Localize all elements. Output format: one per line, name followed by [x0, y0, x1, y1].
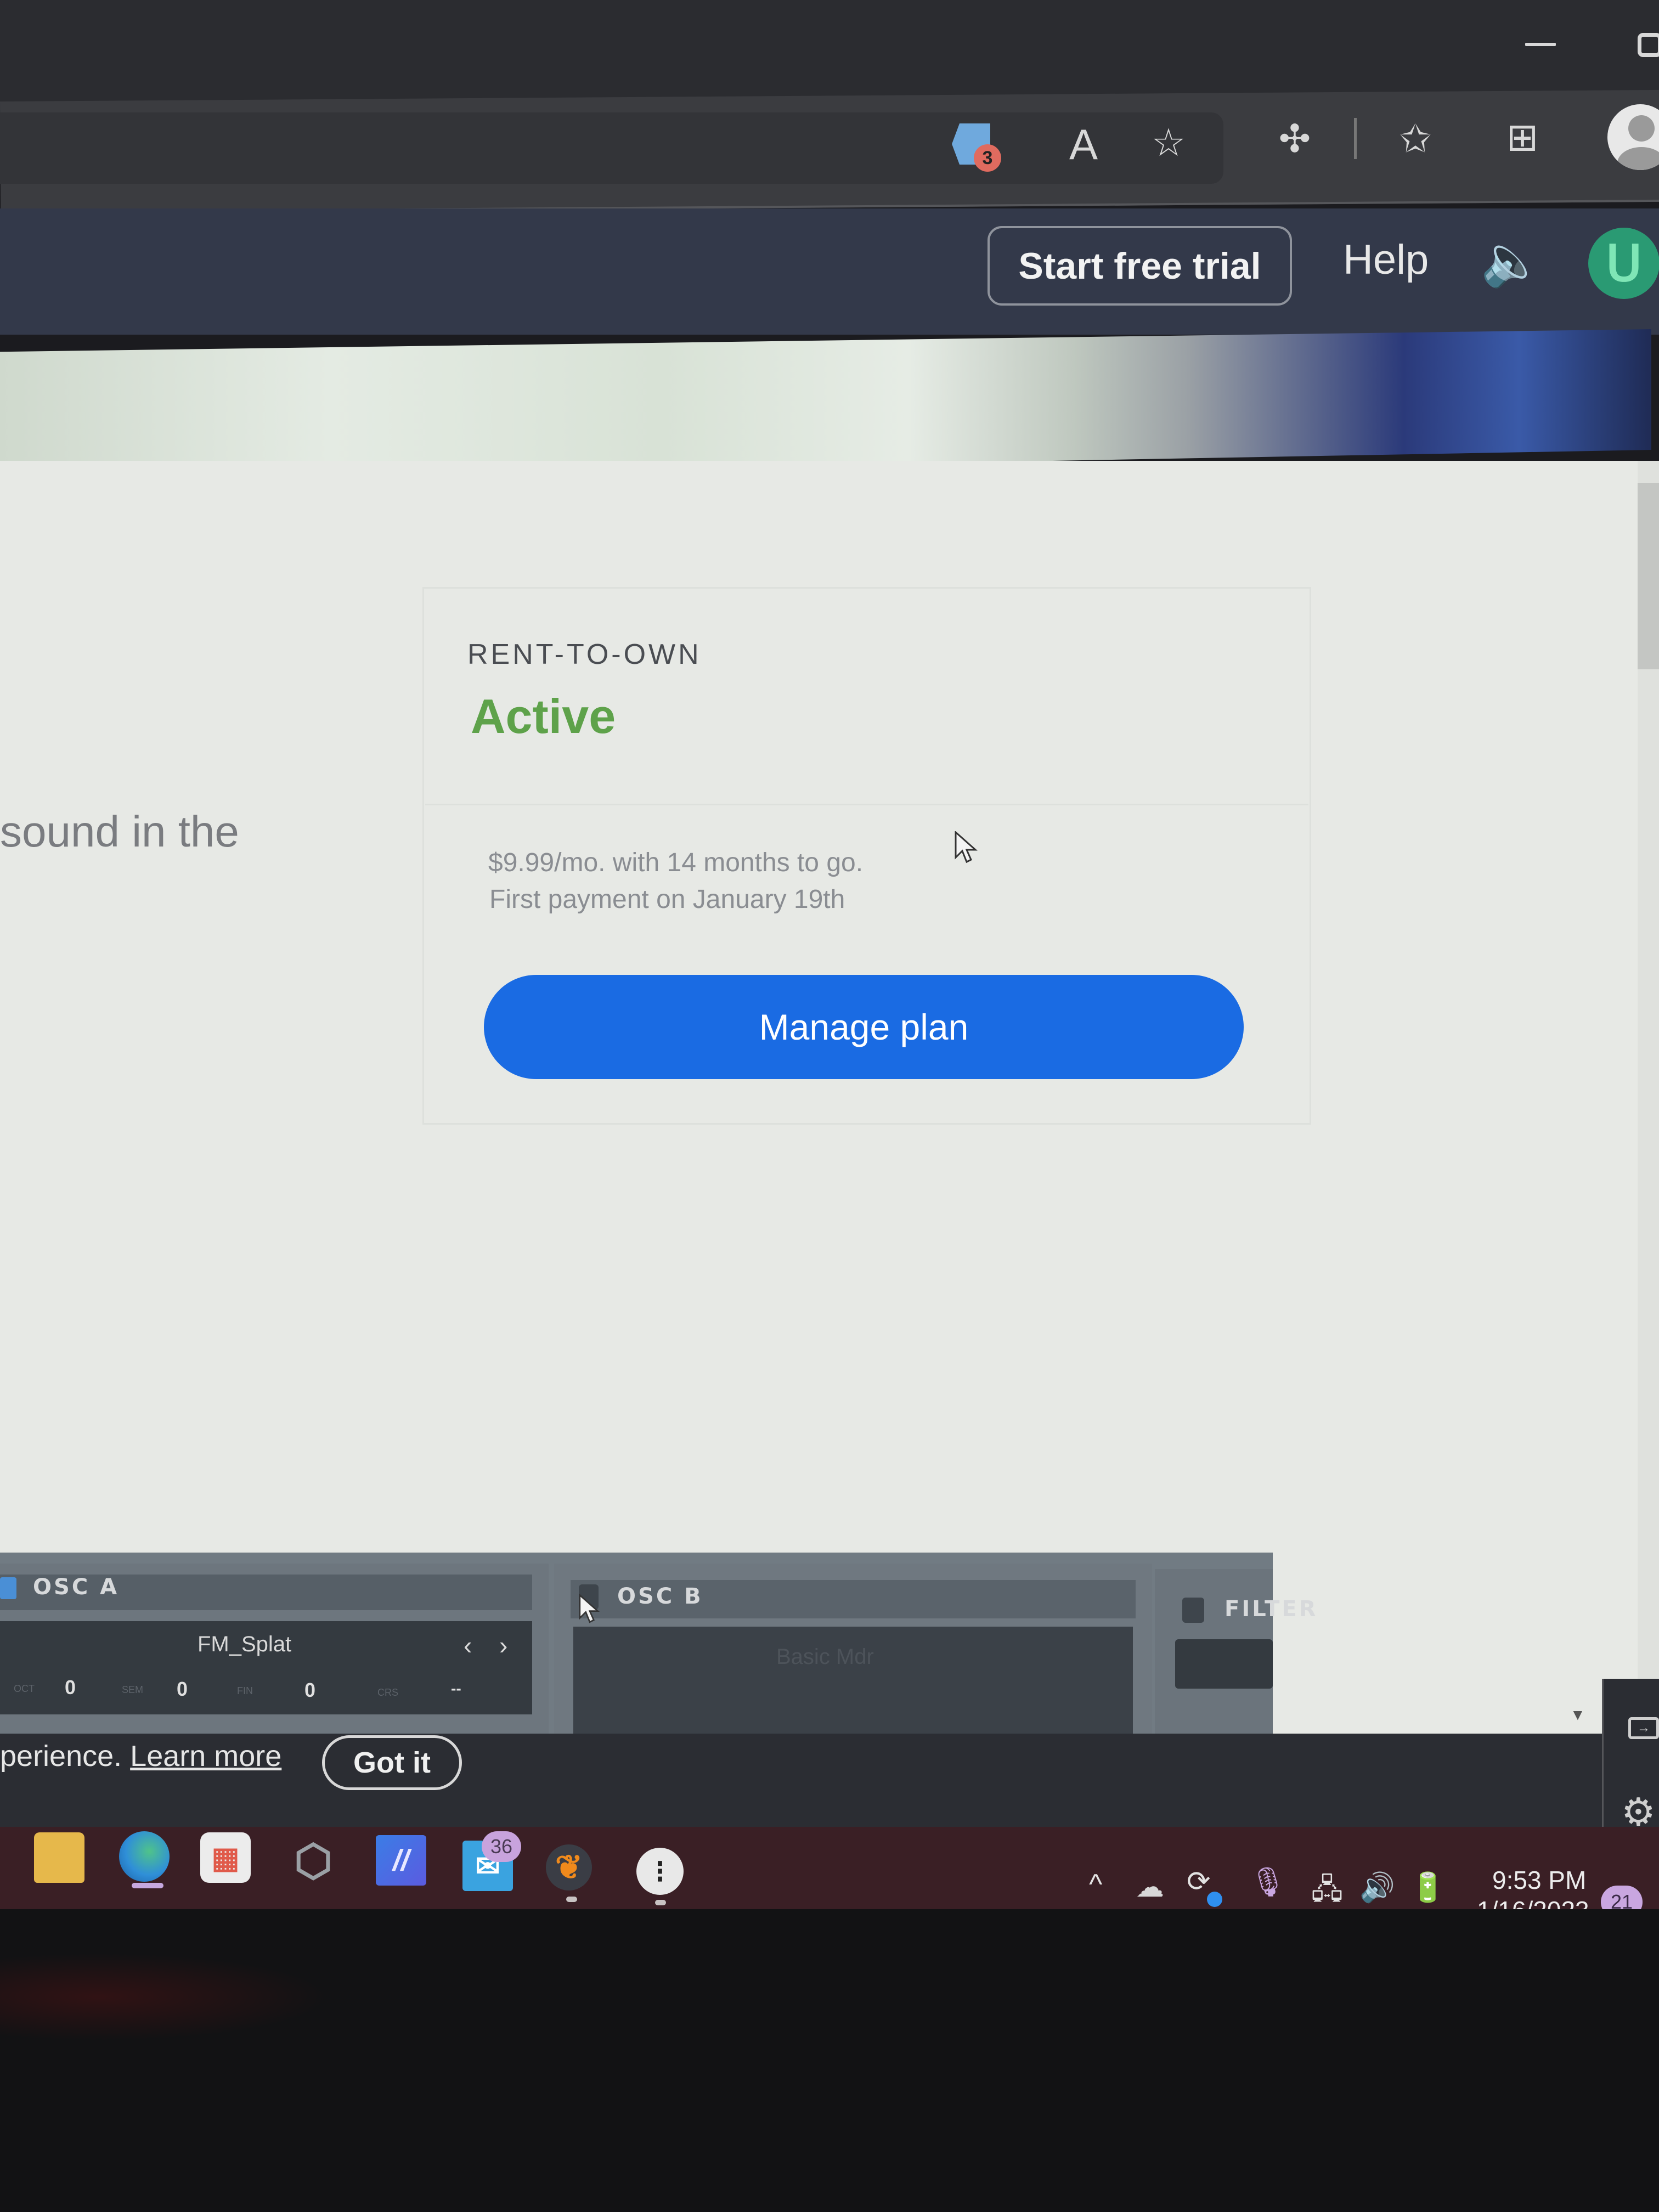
osc-a-param-label: SEM — [122, 1684, 144, 1695]
maximize-button[interactable] — [1638, 33, 1659, 57]
osc-a-next-wavetable-button[interactable]: › — [499, 1630, 507, 1660]
got-it-button[interactable]: Got it — [322, 1735, 462, 1790]
osc-b-wavetable-display[interactable] — [573, 1627, 1133, 1734]
start-free-trial-button[interactable]: Start free trial — [988, 226, 1292, 306]
speaker-icon[interactable]: 🔈 — [1481, 230, 1542, 291]
hero-description-text: sound in the — [0, 807, 239, 856]
extensions-icon[interactable]: ✣ — [1270, 114, 1319, 163]
running-app-indicator — [655, 1900, 666, 1905]
active-app-indicator — [132, 1883, 163, 1888]
favorites-icon[interactable]: ✩ — [1391, 114, 1440, 163]
learn-more-link[interactable]: Learn more — [130, 1740, 281, 1773]
fl-studio-icon[interactable]: ❦ — [546, 1844, 592, 1891]
osc-b-wavetable-name[interactable]: Basic Mdr — [776, 1645, 874, 1669]
edge-browser-icon[interactable] — [119, 1831, 170, 1882]
avatar-head-shape — [1628, 115, 1655, 142]
microphone-icon[interactable]: 🎙 — [1250, 1865, 1286, 1899]
battery-icon[interactable]: 🔋 — [1410, 1871, 1446, 1904]
osc-a-enable-toggle[interactable] — [0, 1577, 16, 1599]
minimize-button[interactable] — [1525, 43, 1556, 46]
plan-price-text: $9.99/mo. with 14 months to go. — [488, 848, 864, 877]
show-hidden-icons-chevron-icon[interactable]: ^ — [1089, 1868, 1102, 1901]
osc-a-param-label: FIN — [237, 1685, 253, 1696]
osc-a-title: OSC A — [33, 1575, 120, 1600]
sync-icon[interactable]: ⟳ — [1187, 1865, 1211, 1898]
clock-time[interactable]: 9:53 PM — [1492, 1865, 1586, 1895]
plan-card-divider — [425, 804, 1308, 805]
keyboard-glow — [0, 1953, 329, 2041]
cookie-message: perience. Learn more — [0, 1739, 281, 1773]
file-explorer-icon[interactable] — [34, 1832, 84, 1883]
avatar-body-shape — [1617, 147, 1659, 170]
cookie-text: perience. — [0, 1740, 122, 1773]
sidebar-hide-icon[interactable]: → — [1628, 1717, 1659, 1739]
mouse-cursor-icon — [579, 1594, 600, 1623]
white-circle-app-icon[interactable]: ⁝ — [636, 1848, 684, 1895]
osc-a-fine-value[interactable]: 0 — [304, 1679, 315, 1702]
gray-hexagon-app-icon[interactable]: ⬡ — [288, 1835, 338, 1886]
plan-status: Active — [471, 689, 616, 743]
osc-a-param-label: CRS — [377, 1687, 399, 1698]
osc-a-semitone-value[interactable]: 0 — [177, 1678, 188, 1701]
plan-type-label: RENT-TO-OWN — [467, 639, 702, 670]
help-link[interactable]: Help — [1343, 236, 1429, 284]
toolbar-separator — [1354, 118, 1357, 159]
first-payment-text: First payment on January 19th — [489, 885, 845, 914]
filter-type-display[interactable] — [1175, 1639, 1273, 1689]
add-favorite-icon[interactable]: ☆ — [1144, 118, 1193, 167]
manage-plan-button[interactable]: Manage plan — [484, 975, 1244, 1079]
filter-title: FILTER — [1224, 1596, 1318, 1622]
extension-badge: 3 — [974, 144, 1001, 172]
collections-icon[interactable]: ⊞ — [1498, 112, 1547, 162]
volume-icon[interactable]: 🔊 — [1359, 1871, 1395, 1904]
osc-b-title: OSC B — [617, 1584, 703, 1609]
hero-banner-image — [0, 329, 1651, 480]
scroll-down-arrow-icon[interactable]: ▼ — [1570, 1706, 1585, 1724]
sync-status-dot — [1207, 1892, 1222, 1907]
scrollbar-thumb[interactable] — [1638, 483, 1659, 669]
mouse-cursor-icon — [955, 831, 978, 864]
microsoft-store-icon[interactable]: ▦ — [200, 1832, 251, 1883]
osc-a-prev-wavetable-button[interactable]: ‹ — [464, 1630, 472, 1660]
read-aloud-icon[interactable]: A — [1059, 120, 1108, 169]
osc-a-octave-value[interactable]: 0 — [65, 1676, 76, 1699]
running-app-indicator — [566, 1897, 577, 1902]
osc-a-param-label: OCT — [14, 1683, 35, 1694]
osc-a-wavetable-name[interactable]: FM_Splat — [198, 1632, 291, 1657]
onedrive-cloud-icon[interactable]: ☁ — [1136, 1871, 1164, 1904]
blue-app-icon[interactable]: // — [376, 1835, 426, 1886]
mail-unread-badge: 36 — [482, 1831, 521, 1862]
filter-enable-toggle[interactable] — [1182, 1598, 1204, 1623]
address-bar[interactable] — [0, 112, 1223, 184]
user-avatar[interactable]: ᑌ — [1588, 228, 1659, 299]
osc-a-coarse-value[interactable]: -- — [451, 1680, 461, 1697]
